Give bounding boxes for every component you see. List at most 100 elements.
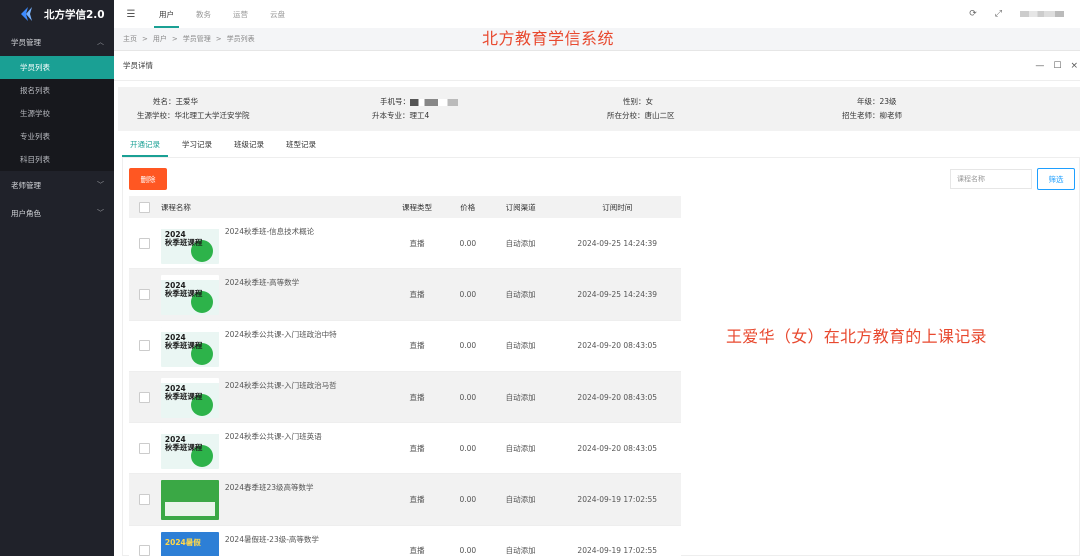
info-value: 23级 bbox=[879, 97, 897, 106]
table-row[interactable]: 2024 秋季班课程 2024秋季班-高等数学 直播 0.00 自动添加 2024-09-… bbox=[129, 269, 681, 321]
info-phone: 手机号： bbox=[380, 96, 458, 107]
phone-blurred bbox=[410, 98, 458, 106]
course-type: 直播 bbox=[409, 546, 425, 556]
subscribe-channel: 自动添加 bbox=[505, 546, 536, 556]
info-value: 女 bbox=[645, 97, 654, 106]
info-label: 所在分校： bbox=[607, 111, 645, 120]
tab-operations[interactable]: 运营 bbox=[222, 0, 259, 28]
table-row[interactable]: 2024 秋季班课程 2024秋季班-信息技术概论 直播 0.00 自动添加 2024-0… bbox=[129, 218, 681, 270]
app-title: 北方学信2.0 bbox=[44, 8, 105, 21]
course-thumbnail: 2024 秋季班课程 bbox=[160, 224, 219, 264]
minimize-icon[interactable]: — bbox=[1035, 61, 1044, 71]
row-checkbox[interactable] bbox=[139, 391, 151, 403]
tab-users[interactable]: 用户 bbox=[148, 0, 185, 28]
chevron-down-icon: ﹀ bbox=[97, 209, 104, 217]
info-teacher: 招生老师：柳老师 bbox=[842, 110, 902, 121]
course-price: 0.00 bbox=[459, 238, 477, 248]
info-value: 理工4 bbox=[409, 111, 430, 120]
subscribe-time: 2024-09-19 17:02:55 bbox=[577, 546, 658, 556]
col-channel: 订阅渠道 bbox=[505, 202, 536, 212]
select-all-checkbox[interactable] bbox=[139, 201, 151, 213]
breadcrumb-student-mgmt[interactable]: 学员管理 bbox=[183, 34, 211, 44]
info-major: 升本专业：理工4 bbox=[372, 110, 429, 121]
tab-class-type-records[interactable]: 班型记录 bbox=[278, 139, 324, 157]
row-checkbox[interactable] bbox=[139, 340, 151, 352]
course-name: 2024秋季班-信息技术概论 bbox=[224, 227, 315, 236]
row-checkbox[interactable] bbox=[139, 237, 151, 249]
table-row[interactable]: 2024 秋季班课程 2024秋季公共课-入门班政治中特 直播 0.00 自动添加 202… bbox=[129, 320, 681, 372]
breadcrumb-home[interactable]: 主页 bbox=[123, 34, 137, 44]
submenu-students: 学员列表 报名列表 生源学校 专业列表 科目列表 bbox=[0, 56, 114, 171]
tab-academic[interactable]: 教务 bbox=[185, 0, 222, 28]
menu-group-user-roles[interactable]: 用户角色 ﹀ bbox=[0, 199, 114, 227]
menu-group-teachers[interactable]: 老师管理 ﹀ bbox=[0, 171, 114, 199]
maximize-icon[interactable]: ☐ bbox=[1053, 61, 1061, 71]
info-value: 柳老师 bbox=[879, 111, 903, 120]
sidebar-item-student-list[interactable]: 学员列表 bbox=[0, 56, 114, 79]
record-annotation: 王爱华（女）在北方教育的上课记录 bbox=[726, 327, 987, 346]
subscribe-channel: 自动添加 bbox=[505, 443, 536, 453]
row-checkbox[interactable] bbox=[139, 494, 151, 506]
course-thumbnail: 2024 秋季班课程 bbox=[160, 326, 219, 367]
thumbnail-text: 2024暑假 bbox=[164, 537, 201, 547]
sidebar-item-source-schools[interactable]: 生源学校 bbox=[0, 102, 114, 125]
subscribe-channel: 自动添加 bbox=[505, 238, 536, 248]
info-label: 升本专业： bbox=[372, 111, 410, 120]
thumbnail-text: 2024 秋季班课程 bbox=[164, 383, 203, 401]
info-value: 唐山二区 bbox=[644, 111, 675, 120]
thumbnail-text: 2024 秋季班课程 bbox=[164, 435, 203, 453]
logo-icon bbox=[18, 6, 34, 22]
info-label: 手机号： bbox=[380, 97, 410, 106]
sidebar-item-majors[interactable]: 专业列表 bbox=[0, 125, 114, 148]
course-name: 2024暑假班-23级-高等数学 bbox=[224, 534, 319, 544]
menu-group-label: 老师管理 bbox=[11, 180, 41, 190]
menu-toggle-icon[interactable]: ☰ bbox=[114, 9, 148, 20]
breadcrumb-users[interactable]: 用户 bbox=[153, 34, 167, 44]
col-subscribe-time: 订阅时间 bbox=[602, 202, 633, 212]
tab-content: 删除 课程名称 筛选 课程名称 课程类型 价格 订阅渠道 订阅时间 2024 秋… bbox=[122, 158, 1080, 556]
course-thumbnail: 2024 秋季班课程 bbox=[160, 377, 219, 418]
user-account-blurred[interactable] bbox=[1020, 11, 1064, 17]
course-thumbnail: 2024 秋季班课程 bbox=[160, 429, 219, 470]
course-type: 直播 bbox=[409, 495, 425, 505]
menu-group-label: 学员管理 bbox=[11, 37, 41, 47]
tab-cloud-disk[interactable]: 云盘 bbox=[259, 0, 296, 28]
course-name-search-input[interactable]: 课程名称 bbox=[950, 169, 1032, 189]
table-row[interactable]: 2024暑假 2024暑假班-23级-高等数学 直播 0.00 自动添加 2024-09-… bbox=[129, 525, 681, 556]
delete-button[interactable]: 删除 bbox=[129, 168, 167, 190]
course-name: 2024秋季公共课-入门班政治中特 bbox=[224, 329, 337, 339]
breadcrumb-separator: > bbox=[215, 35, 222, 43]
sidebar-item-label: 专业列表 bbox=[20, 132, 50, 141]
top-header: ☰ 用户 教务 运营 云盘 ⟳ ⤢ bbox=[114, 0, 1080, 28]
subscribe-time: 2024-09-20 08:43:05 bbox=[577, 443, 658, 453]
filter-button[interactable]: 筛选 bbox=[1037, 168, 1075, 190]
table-row[interactable]: 2024 秋季班课程 2024秋季公共课-入门班英语 直播 0.00 自动添加 2024-… bbox=[129, 423, 681, 475]
record-tabs: 开通记录 学习记录 班级记录 班型记录 bbox=[122, 139, 330, 157]
row-checkbox[interactable] bbox=[139, 545, 151, 556]
table-row[interactable]: 2024春季班23级高等数学 直播 0.00 自动添加 2024-09-19 17:02… bbox=[129, 474, 681, 526]
row-checkbox[interactable] bbox=[139, 442, 151, 454]
info-label: 性别： bbox=[623, 97, 646, 106]
sidebar-item-label: 生源学校 bbox=[20, 109, 50, 118]
sidebar-item-label: 学员列表 bbox=[20, 63, 50, 72]
course-thumbnail: 2024 秋季班课程 bbox=[160, 275, 219, 316]
info-grade: 年级：23级 bbox=[857, 96, 897, 107]
sidebar-item-enrollment-list[interactable]: 报名列表 bbox=[0, 79, 114, 102]
course-price: 0.00 bbox=[459, 495, 477, 505]
fullscreen-icon[interactable]: ⤢ bbox=[995, 9, 1002, 19]
tab-activation-records[interactable]: 开通记录 bbox=[122, 139, 168, 157]
subscribe-time: 2024-09-25 14:24:39 bbox=[577, 289, 658, 299]
course-type: 直播 bbox=[409, 238, 425, 248]
close-icon[interactable]: × bbox=[1070, 61, 1078, 71]
menu-group-students[interactable]: 学员管理 ︿ bbox=[0, 28, 114, 56]
table-row[interactable]: 2024 秋季班课程 2024秋季公共课-入门班政治马哲 直播 0.00 自动添加 202… bbox=[129, 371, 681, 424]
student-info-panel: 姓名：王爱华 生源学校：华北理工大学迁安学院 手机号： 升本专业：理工4 性别：… bbox=[118, 87, 1080, 131]
sidebar-item-subjects[interactable]: 科目列表 bbox=[0, 148, 114, 171]
subscribe-channel: 自动添加 bbox=[505, 392, 536, 402]
tab-class-records[interactable]: 班级记录 bbox=[226, 139, 272, 157]
tab-study-records[interactable]: 学习记录 bbox=[174, 139, 220, 157]
modal-header: 学员详情 — ☐ × bbox=[114, 51, 1080, 81]
refresh-icon[interactable]: ⟳ bbox=[969, 9, 977, 19]
row-checkbox[interactable] bbox=[139, 288, 151, 300]
app-logo[interactable]: 北方学信2.0 bbox=[0, 0, 114, 28]
